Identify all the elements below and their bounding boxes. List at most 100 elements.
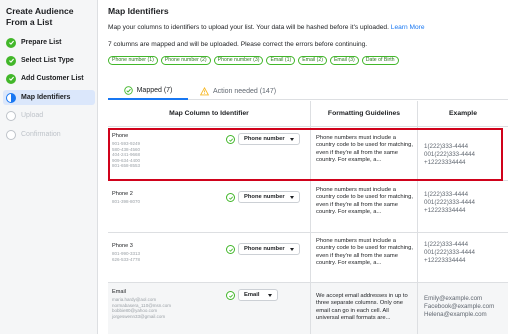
example-values: 1(222)333-4444 001(222)333-4444 +1222333… [424,191,475,215]
example-value: 1(222)333-4444 [424,191,469,198]
learn-more-link[interactable]: Learn More [391,24,425,31]
tab-action-needed[interactable]: Action needed (147) [200,82,290,100]
column-header-example: Example [449,110,477,117]
sample-value: 801-398-8070 [112,199,141,204]
identifier-chip: Phone number (3) [213,56,264,65]
example-value: 001(222)333-4444 [424,199,475,206]
step-label: Map Identifiers [21,94,71,101]
dropdown-value: Email [244,292,260,298]
check-circle-icon [123,85,133,95]
example-value: +12223334444 [424,159,466,166]
column-name: Phone 2 [112,191,133,197]
checkmark-icon [6,73,16,84]
check-circle-icon [226,291,235,300]
table-header: Map Column to Identifier Formatting Guid… [108,101,508,127]
step-label: Add Customer List [21,75,84,82]
table-row: Phone 901-593-9249 580-438-4560 404-241-… [108,127,508,181]
caret-down-icon [290,196,294,199]
identifier-dropdown[interactable]: Email [238,289,278,301]
example-values: 1(222)333-4444 001(222)333-4444 +1222333… [424,143,475,167]
dropdown-value: Phone number [244,136,285,142]
sample-value: 626-533-4778 [112,256,141,262]
step-prepare-list[interactable]: Prepare List [3,35,95,50]
caret-down-icon [290,138,294,141]
mapping-tabs: Mapped (7) Action needed (147) [108,78,508,100]
sample-values: 901-593-9249 580-438-4560 404-241-9668 9… [112,141,140,169]
checkmark-icon [6,37,16,48]
mapping-status: 7 columns are mapped and will be uploade… [108,41,368,48]
dropdown-value: Phone number [244,194,285,200]
formatting-guideline: Phone numbers must include a country cod… [316,238,413,267]
column-name: Email [112,289,126,295]
check-circle-icon [226,135,235,144]
main-panel: Map Identifiers Map your columns to iden… [98,0,512,334]
step-upload: Upload [3,108,95,123]
tab-mapped[interactable]: Mapped (7) [108,82,188,100]
example-value: 001(222)333-4444 [424,151,475,158]
identifier-chip: Phone number (1) [108,56,158,65]
sample-value: 801-658-8553 [112,163,141,169]
step-map-identifiers[interactable]: Map Identifiers [3,90,95,105]
step-label: Prepare List [21,39,62,46]
example-values: Emily@example.com Facebook@example.com H… [424,295,494,319]
column-name: Phone [112,133,129,139]
identifier-chips: Phone number (1) Phone number (2) Phone … [108,56,399,65]
tab-label: Mapped (7) [136,86,173,94]
example-value: 001(222)333-4444 [424,249,475,256]
table-row: Email maria.hardy@aol.com normabasera_11… [108,283,508,334]
progress-half-icon [6,92,16,103]
example-value: Helena@example.com [424,311,487,318]
example-value: 1(222)333-4444 [424,143,469,150]
sidebar: Create Audience From a List Prepare List… [0,0,98,334]
caret-down-icon [268,294,272,297]
sample-values: 801-990-3313 626-533-4778 [112,251,140,262]
sample-value: 404-241-9668 [112,152,141,158]
example-value: 1(222)333-4444 [424,241,469,248]
tab-label: Action needed (147) [213,87,277,95]
table-row: Phone 3 801-990-3313 626-533-4778 Phone … [108,233,508,283]
sample-value: 901-593-9249 [112,141,141,146]
table-row: Phone 2 801-398-8070 Phone number Phone … [108,181,508,233]
identifier-chip: Email (3) [329,56,359,65]
identifier-chip: Phone number (2) [160,56,211,65]
page-title: Map Identifiers [108,6,169,16]
step-label: Select List Type [21,57,74,64]
step-confirmation: Confirmation [3,127,95,142]
example-value: +12223334444 [424,207,466,214]
caret-down-icon [290,248,294,251]
sample-value: jorgeswenn33@gmail.com [112,313,166,319]
identifier-dropdown[interactable]: Phone number [238,243,300,255]
check-circle-icon [226,193,235,202]
step-label: Upload [21,112,44,119]
example-value: Facebook@example.com [424,303,495,310]
step-add-customer-list[interactable]: Add Customer List [3,71,95,86]
formatting-guideline: We accept email addresses in up to three… [316,293,408,322]
check-circle-icon [226,245,235,254]
identifier-chip: Email (2) [298,56,327,65]
column-header-map: Map Column to Identifier [108,101,311,126]
formatting-guideline: Phone numbers must include a country cod… [316,187,413,216]
sample-value: 801-990-3313 [112,251,141,256]
column-header-guidelines: Formatting Guidelines [311,101,418,126]
example-value: +12223334444 [424,257,466,264]
description-text: Map your columns to identifiers to uploa… [108,24,389,31]
empty-circle-icon [6,110,16,121]
formatting-guideline: Phone numbers must include a country cod… [316,135,413,164]
empty-circle-icon [6,129,16,140]
identifier-chip: Email (1) [266,56,296,65]
sample-values: 801-398-8070 [112,199,140,205]
dropdown-value: Phone number [244,246,285,252]
warning-icon [200,86,209,95]
step-label: Confirmation [21,131,61,138]
identifier-dropdown[interactable]: Phone number [238,191,300,203]
example-value: Emily@example.com [424,295,483,302]
identifier-chip: Date of Birth [361,56,399,65]
page-description: Map your columns to identifiers to uploa… [108,24,425,31]
step-select-list-type[interactable]: Select List Type [3,53,95,68]
checkmark-icon [6,55,16,66]
example-values: 1(222)333-4444 001(222)333-4444 +1222333… [424,241,475,265]
sample-values: maria.hardy@aol.com normabasera_110@msn.… [112,297,171,319]
identifier-dropdown[interactable]: Phone number [238,133,300,145]
sidebar-title: Create Audience From a List [6,6,74,27]
column-name: Phone 3 [112,243,133,249]
